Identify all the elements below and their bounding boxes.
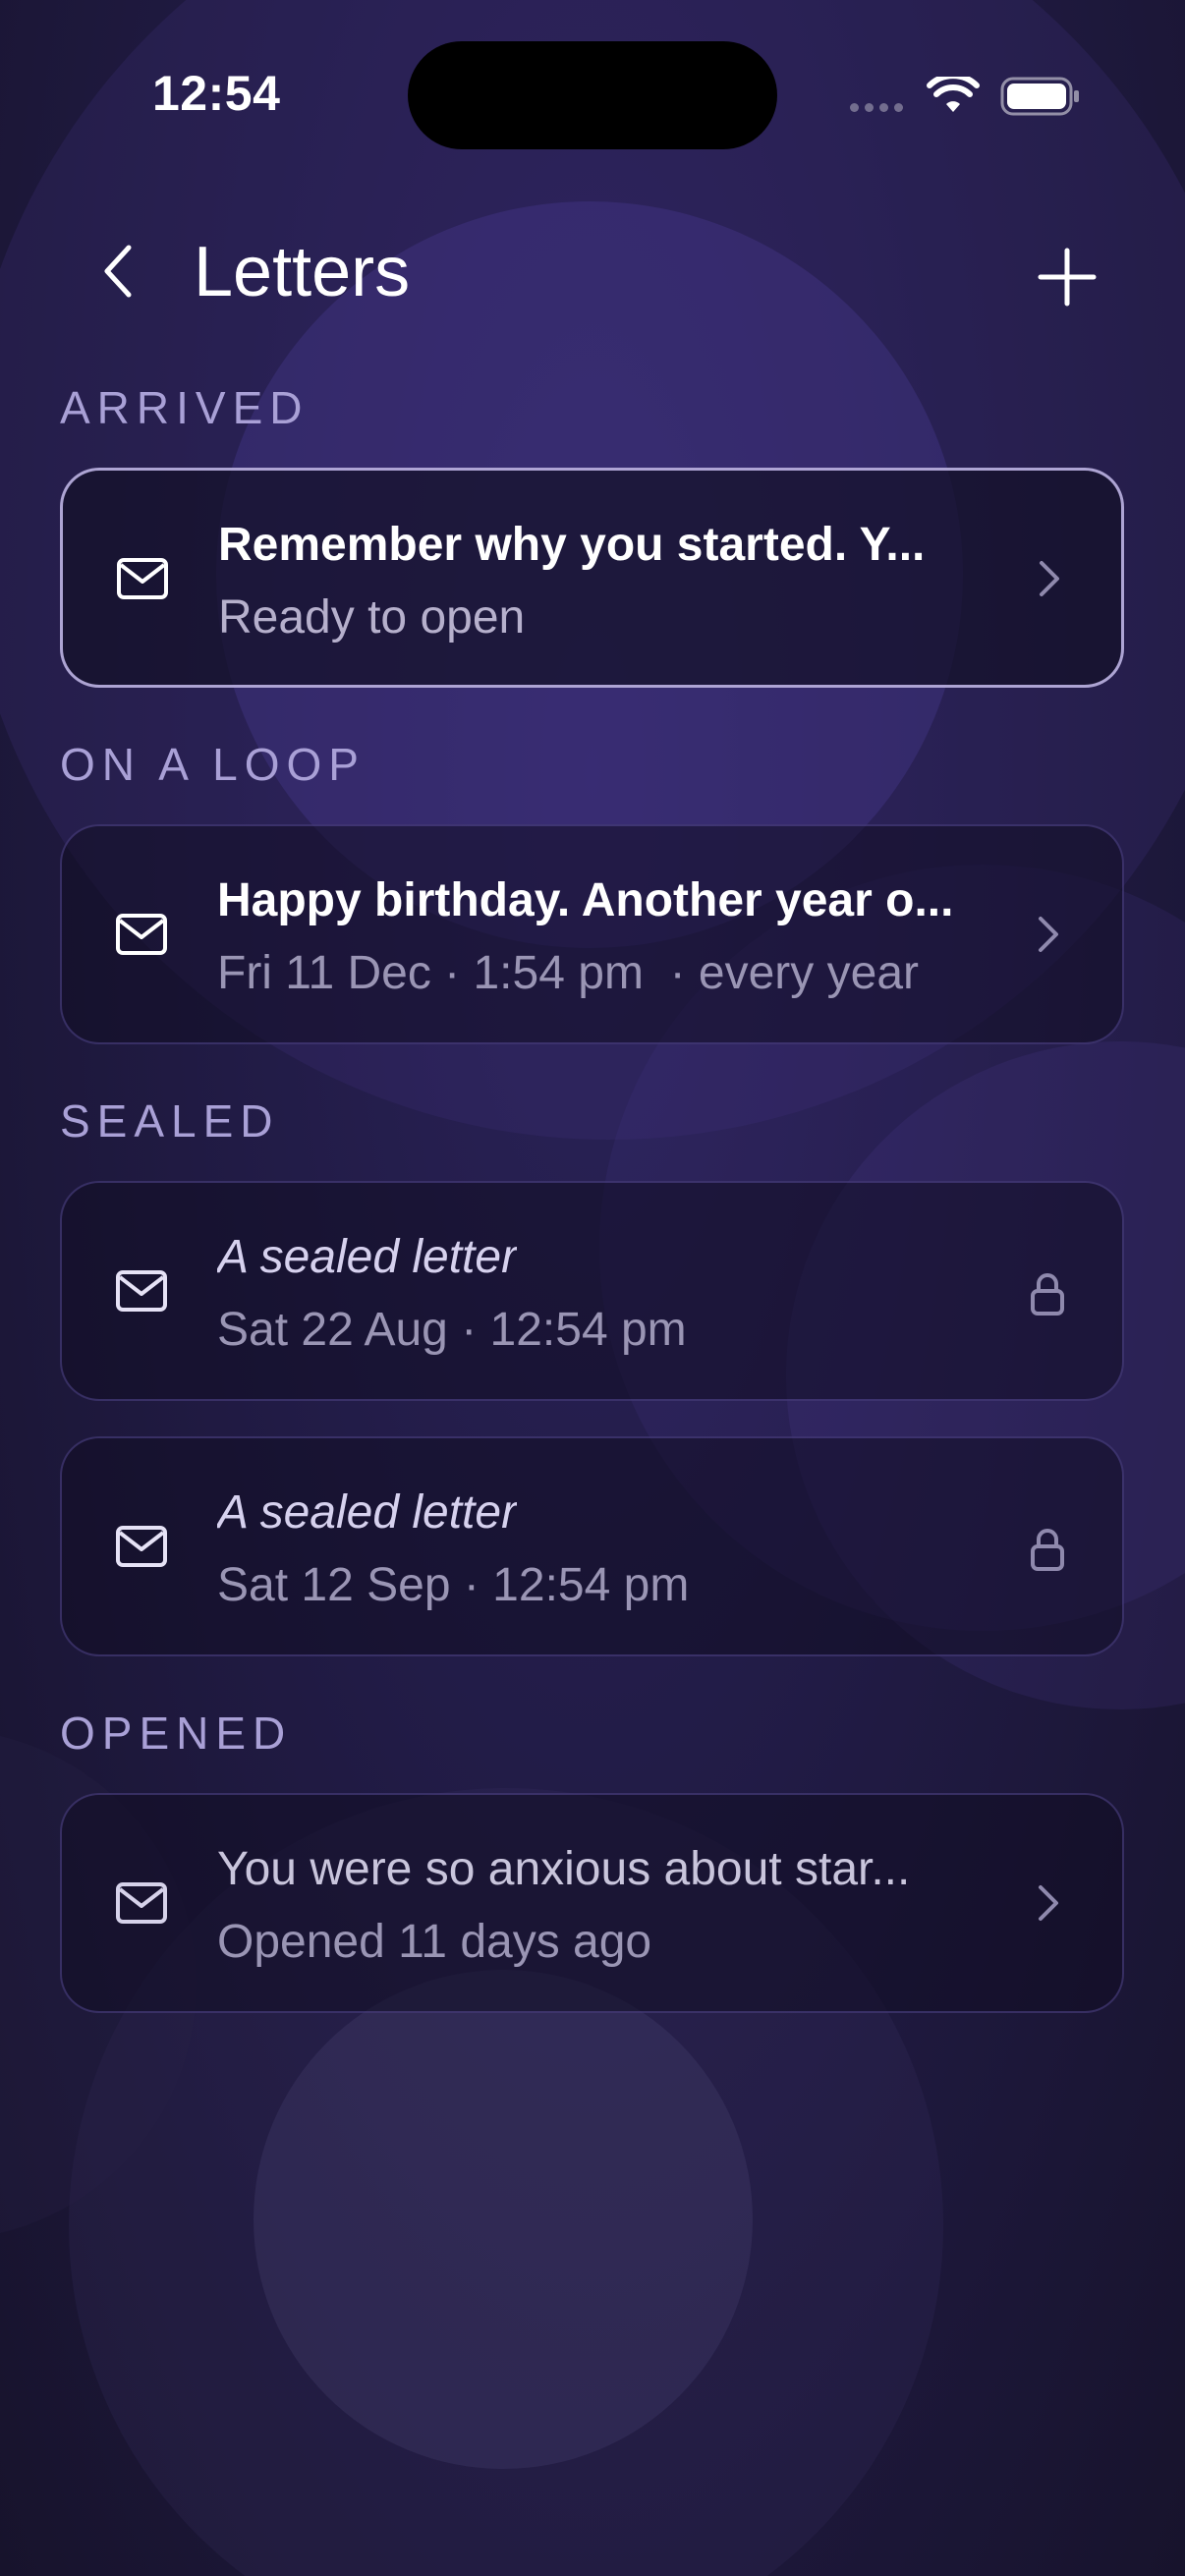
envelope-icon xyxy=(116,914,167,955)
battery-icon xyxy=(1000,77,1079,116)
letter-card-loop[interactable]: Happy birthday. Another year o... Fri 11… xyxy=(60,824,1124,1044)
envelope-icon xyxy=(116,1270,167,1312)
lock-icon xyxy=(1031,1529,1064,1571)
letter-title: Remember why you started. Y... xyxy=(218,519,926,571)
letter-subtitle: Sat 22 Aug · 12:54 pm xyxy=(217,1304,687,1356)
letter-title: You were so anxious about star... xyxy=(217,1843,911,1895)
chevron-right-icon xyxy=(1040,561,1059,596)
lock-icon xyxy=(1031,1273,1064,1316)
letter-title: A sealed letter xyxy=(217,1486,518,1539)
chevron-left-icon xyxy=(104,245,132,298)
section-header-opened: OPENED xyxy=(60,1708,293,1759)
letter-card-arrived[interactable]: Remember why you started. Y... Ready to … xyxy=(60,468,1124,688)
letter-subtitle: Sat 12 Sep · 12:54 pm xyxy=(217,1559,690,1611)
envelope-icon xyxy=(116,1526,167,1567)
plus-icon xyxy=(1038,248,1097,307)
cellular-signal-icon xyxy=(850,103,903,112)
letter-card-sealed[interactable]: A sealed letter Sat 22 Aug · 12:54 pm xyxy=(60,1181,1124,1401)
back-button[interactable] xyxy=(90,236,145,307)
letter-title: A sealed letter xyxy=(217,1231,518,1283)
envelope-icon xyxy=(117,558,168,599)
letter-card-opened[interactable]: You were so anxious about star... Opened… xyxy=(60,1793,1124,2013)
chevron-right-icon xyxy=(1039,1885,1058,1921)
status-time: 12:54 xyxy=(152,66,281,121)
section-header-on-a-loop: ON A LOOP xyxy=(60,739,366,790)
wifi-icon xyxy=(927,77,980,112)
dynamic-island xyxy=(408,41,777,149)
add-letter-button[interactable] xyxy=(1032,242,1102,312)
letter-subtitle: Opened 11 days ago xyxy=(217,1916,652,1968)
letter-subtitle: Ready to open xyxy=(218,591,526,644)
section-header-arrived: ARRIVED xyxy=(60,382,310,433)
letter-title: Happy birthday. Another year o... xyxy=(217,874,954,926)
chevron-right-icon xyxy=(1039,917,1058,952)
envelope-icon xyxy=(116,1882,167,1924)
background-blob xyxy=(254,1970,753,2469)
letter-card-sealed[interactable]: A sealed letter Sat 12 Sep · 12:54 pm xyxy=(60,1436,1124,1656)
section-header-sealed: SEALED xyxy=(60,1095,280,1147)
page-title: Letters xyxy=(194,233,411,311)
letter-subtitle: Fri 11 Dec · 1:54 pm · every year xyxy=(217,947,919,999)
